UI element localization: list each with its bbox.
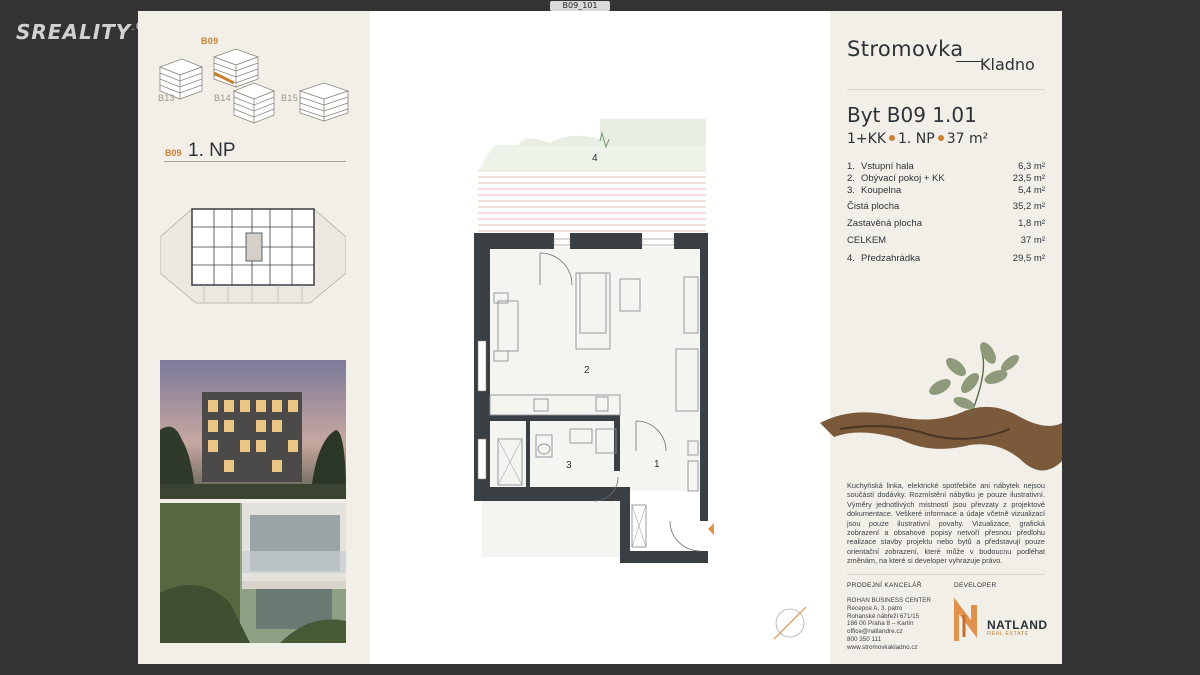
window-title: B09_101 (kopie) — [550, 1, 610, 20]
unit-area: 37 m² — [946, 131, 989, 147]
bullet-dot-icon — [937, 135, 944, 141]
room-label-4: 4 — [592, 153, 598, 164]
building-label-b13: B13 — [158, 93, 175, 103]
area-row-room-1: 1. Vstupní hala 6,3 m² — [847, 161, 1045, 172]
garden-area — [478, 119, 706, 233]
divider — [847, 574, 1045, 575]
unit-floor: 1. NP — [898, 131, 935, 147]
floor-keyplan — [160, 208, 346, 304]
floor-building-code: B09 — [165, 148, 182, 158]
room-label-3: 3 — [566, 460, 572, 471]
visualization-photo-balcony — [160, 503, 346, 643]
buildings-isometric — [158, 48, 350, 124]
left-panel: B09 B13 B14 B15 B09 1. NP — [138, 11, 370, 664]
project-brand-name: Stromovka — [847, 37, 964, 61]
unit-title: Byt B09 1.01 — [847, 103, 977, 127]
floorplan-sheet: B09 B13 B14 B15 B09 1. NP 4 2 3 1 Stromo… — [138, 11, 1062, 664]
building-label-b15: B15 — [281, 93, 298, 103]
compass-icon — [773, 606, 807, 640]
developer-subtitle: REAL ESTATE — [987, 631, 1029, 637]
area-row-built: Zastavěná plocha 1,8 m² — [847, 218, 1045, 229]
brand-connector-line — [956, 61, 982, 62]
olive-branch-illustration — [820, 342, 1062, 471]
bullet-dot-icon — [889, 135, 895, 141]
sreality-watermark: SREALITY.CZ — [16, 20, 153, 44]
area-row-total: CELKEM 37 m² — [847, 235, 1045, 246]
divider — [847, 89, 1045, 90]
area-row-room-3: 3. Koupelna 5,4 m² — [847, 185, 1045, 196]
unit-summary: 1+KK 1. NP 37 m² — [847, 131, 988, 147]
right-panel: Stromovka Kladno Byt B09 1.01 1+KK 1. NP 3… — [820, 11, 1062, 664]
apartment-floor-plan: 4 2 3 1 — [474, 119, 807, 640]
disclaimer-text: Kuchyňská linka, elektrické spotřebiče a… — [847, 481, 1045, 566]
unit-layout: 1+KK — [847, 131, 886, 147]
watermark-name: SREALITY — [16, 20, 132, 44]
sales-office-label: PRODEJNÍ KANCELÁŘ — [847, 582, 922, 589]
area-table: 1. Vstupní hala 6,3 m² 2. Obývací pokoj + … — [847, 161, 1045, 266]
room-label-1: 1 — [654, 459, 660, 470]
sales-office-address: ROHAN BUSINESS CENTER Recepce A, 3. patr… — [847, 597, 931, 651]
area-row-net: Čistá plocha 35,2 m² — [847, 201, 1045, 212]
floor-name: 1. NP — [188, 140, 236, 161]
building-label-b14: B14 — [214, 93, 231, 103]
building-label-b09: B09 — [201, 36, 219, 46]
area-row-room-2: 2. Obývací pokoj + KK 23,5 m² — [847, 173, 1045, 184]
room-label-2: 2 — [584, 365, 590, 376]
developer-name: NATLAND — [987, 618, 1048, 632]
developer-label: DEVELOPER — [954, 582, 997, 589]
area-row-garden: 4. Předzahrádka 29,5 m² — [847, 253, 1045, 264]
project-brand-city: Kladno — [980, 55, 1035, 74]
visualization-photo-exterior — [160, 360, 346, 499]
floor-indicator: B09 1. NP — [164, 140, 346, 162]
